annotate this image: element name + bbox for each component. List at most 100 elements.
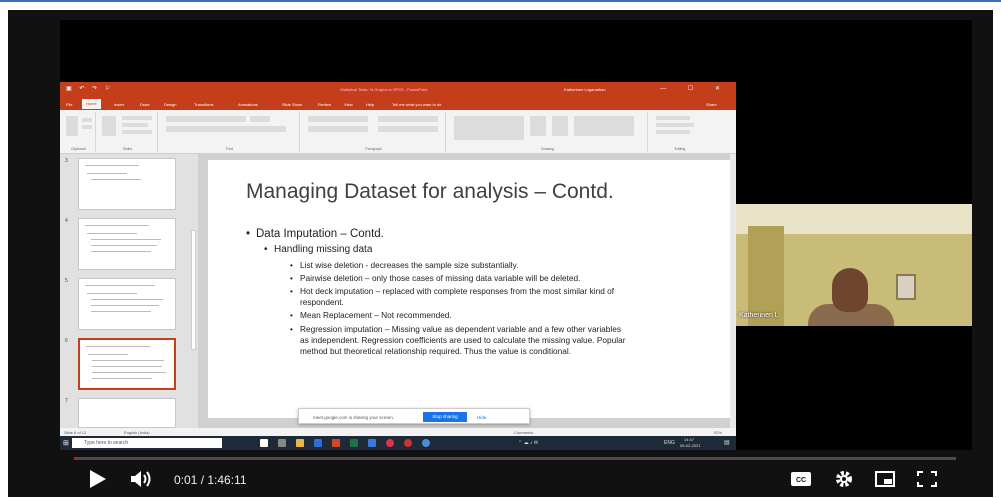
bullet-text: Mean Replacement – Not recommended. (300, 310, 452, 320)
font-label: Font (225, 147, 233, 151)
bullet-item: • Hot deck imputation – replaced with com… (290, 286, 615, 307)
quick-styles-button[interactable] (552, 116, 568, 136)
progress-bar[interactable] (74, 457, 956, 460)
shape-format-buttons[interactable] (574, 116, 634, 136)
slide-thumbnail-6-selected[interactable] (78, 338, 176, 390)
slide-thumbnail-7[interactable] (78, 398, 176, 428)
slide-thumbnail-5[interactable] (78, 278, 176, 330)
tab-transitions[interactable]: Transitions (194, 102, 213, 107)
app-icon[interactable] (422, 439, 430, 447)
thumbnail-scrollbar[interactable] (191, 230, 196, 350)
windows-start-icon[interactable]: ⊞ (63, 439, 69, 447)
replace-button[interactable] (656, 123, 694, 127)
clock-time[interactable]: 14:47 (684, 437, 694, 442)
tab-review[interactable]: Review (318, 102, 331, 107)
font-format-buttons[interactable] (166, 126, 286, 132)
select-button[interactable] (656, 130, 690, 134)
page: ▣ ↶ ↷ ⚐ Statistical Tests: % Graphs in S… (0, 0, 1001, 498)
shapes-gallery[interactable] (454, 116, 524, 140)
cut-icon[interactable] (82, 118, 92, 122)
layout-button[interactable] (122, 116, 152, 120)
tab-insert[interactable]: Insert (114, 102, 124, 107)
find-button[interactable] (656, 116, 690, 120)
bullet-level-1: • Data Imputation – Contd. (246, 228, 384, 240)
subtitles-icon[interactable]: CC (789, 468, 813, 490)
new-slide-icon[interactable] (102, 116, 116, 136)
settings-gear-icon[interactable] (832, 468, 856, 490)
smartart-button[interactable] (378, 126, 438, 132)
fullscreen-icon[interactable] (915, 468, 939, 490)
language-indicator[interactable]: ENG (664, 440, 675, 446)
tell-me-search[interactable]: Tell me what you want to do (392, 102, 441, 107)
paragraph-label: Paragraph (365, 147, 382, 151)
font-name-select[interactable] (166, 116, 246, 122)
thumb-number: 7 (65, 398, 68, 404)
bullet-text: respondent. (300, 297, 344, 307)
align-buttons[interactable] (308, 126, 368, 132)
tab-home[interactable]: Home (82, 99, 101, 109)
stop-sharing-button[interactable]: Stop sharing (423, 412, 467, 422)
task-view-icon[interactable] (260, 439, 268, 447)
widgets-icon[interactable] (278, 439, 286, 447)
share-button[interactable]: Share (706, 102, 717, 107)
copy-icon[interactable] (82, 125, 92, 129)
video-player[interactable]: ▣ ↶ ↷ ⚐ Statistical Tests: % Graphs in S… (8, 10, 993, 497)
taskbar-search[interactable]: Type here to search (72, 438, 222, 448)
play-icon[interactable] (88, 468, 108, 490)
clock-date[interactable]: 06-02-2021 (680, 443, 700, 448)
windows-taskbar: ⊞ Type here to search ⌃ ☁ ♪ ✉ ENG 14:47 … (60, 436, 736, 450)
bullet-item: • Pairwise deletion – only those cases of… (290, 273, 581, 283)
zoom-level[interactable]: 52% (714, 430, 722, 435)
edge-icon[interactable] (368, 439, 376, 447)
font-size-select[interactable] (250, 116, 270, 122)
tab-file[interactable]: File (66, 102, 72, 107)
tab-draw[interactable]: Draw (140, 102, 149, 107)
excel-icon[interactable] (350, 439, 358, 447)
reset-button[interactable] (122, 123, 148, 127)
word-icon[interactable] (314, 439, 322, 447)
time-display: 0:01 / 1:46:11 (174, 473, 247, 487)
notifications-icon[interactable]: ▤ (724, 439, 730, 446)
tab-slideshow[interactable]: Slide Show (282, 102, 302, 107)
system-tray-icons[interactable]: ⌃ ☁ ♪ ✉ (518, 440, 538, 446)
volume-icon[interactable] (129, 468, 155, 490)
thumb-number: 5 (65, 278, 68, 284)
text-direction-button[interactable] (378, 116, 438, 122)
thumb-number: 3 (65, 158, 68, 164)
tab-view[interactable]: View (344, 102, 353, 107)
door (748, 226, 784, 326)
participant-name: Katherinen L (739, 312, 779, 319)
editing-group: Editing (650, 112, 710, 152)
arrange-button[interactable] (530, 116, 546, 136)
bullet-text: method but theoretical relationship requ… (300, 346, 572, 356)
miniplayer-icon[interactable] (873, 468, 897, 490)
window-controls-icon: — ☐ ✕ (660, 86, 730, 92)
file-explorer-icon[interactable] (296, 439, 304, 447)
slide-thumbnail-4[interactable] (78, 218, 176, 270)
bullet-text: Handling missing data (274, 244, 373, 255)
section-button[interactable] (122, 130, 152, 134)
tab-design[interactable]: Design (164, 102, 176, 107)
bullet-text: Regression imputation – Missing value as… (300, 324, 622, 334)
ppt-title: Statistical Tests: % Graphs in SPSS - Po… (340, 87, 428, 92)
font-group: Font (160, 112, 300, 152)
clipboard-label: Clipboard (71, 147, 86, 151)
bullet-text: List wise deletion - decreases the sampl… (300, 260, 519, 270)
video-frame[interactable]: ▣ ↶ ↷ ⚐ Statistical Tests: % Graphs in S… (60, 20, 972, 450)
list-buttons[interactable] (308, 116, 368, 122)
tab-animations[interactable]: Animations (238, 102, 258, 107)
ribbon: Clipboard Slides Font Paragraph Drawing … (60, 110, 736, 154)
clipboard-group: Clipboard (62, 112, 96, 152)
person-head (832, 268, 868, 312)
bullet-text: Data Imputation – Contd. (256, 228, 384, 240)
chrome-icon[interactable] (386, 439, 394, 447)
hide-button[interactable]: Hide (477, 415, 486, 420)
powerpoint-taskbar-icon[interactable] (332, 439, 340, 447)
comments-button[interactable]: Comments (514, 430, 533, 435)
slide-thumbnail-3[interactable] (78, 158, 176, 210)
slides-group: Slides (98, 112, 158, 152)
tab-help[interactable]: Help (366, 102, 374, 107)
paste-icon[interactable] (66, 116, 78, 136)
slide-counter: Slide 6 of 12 (64, 430, 87, 435)
app-icon[interactable] (404, 439, 412, 447)
